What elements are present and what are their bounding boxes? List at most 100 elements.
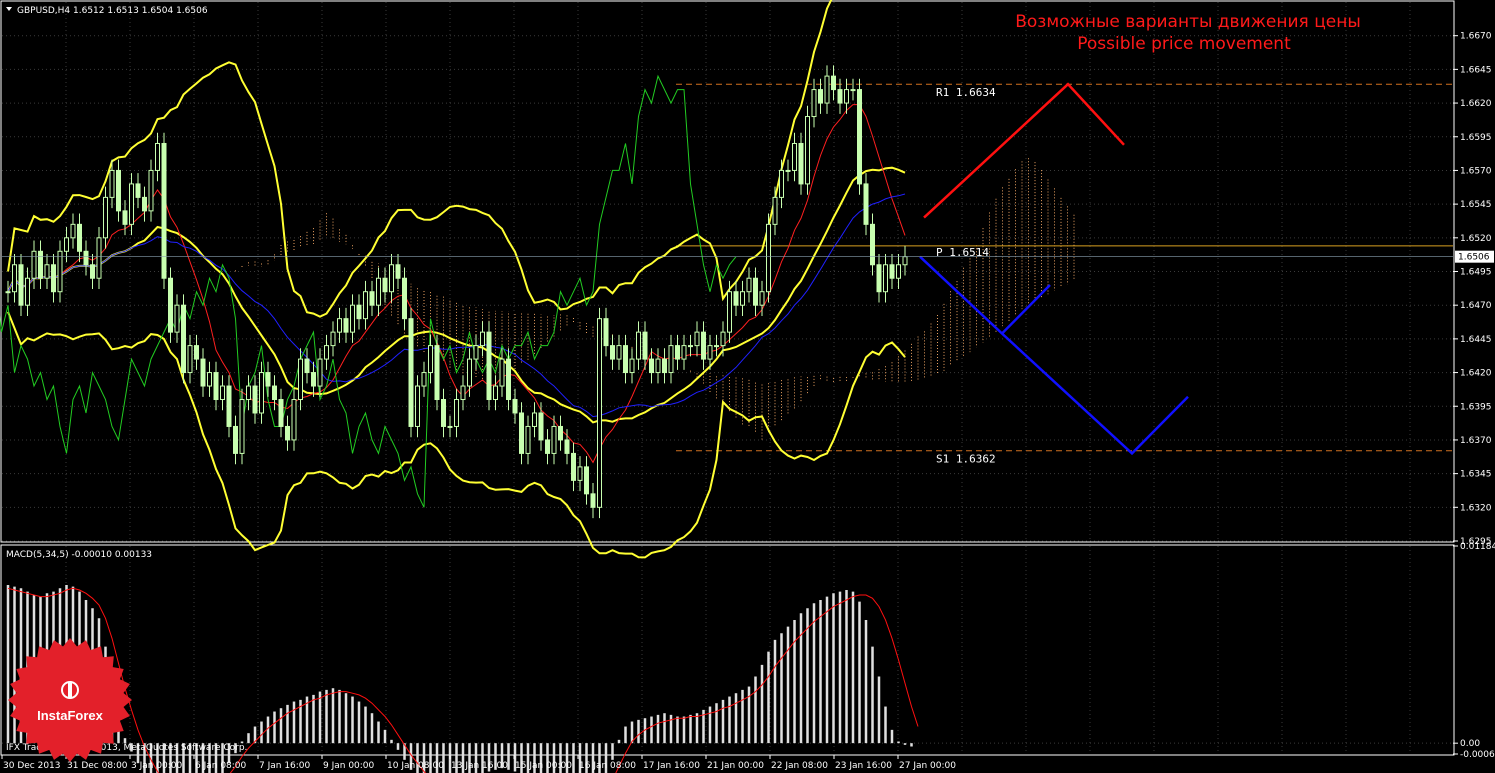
time-tick-label: 6 Jan 08:00: [195, 761, 247, 771]
candle-body: [272, 385, 277, 401]
candle-body: [239, 399, 245, 454]
price-tick-label: 1.6345: [1460, 470, 1492, 480]
logo-badge: [8, 638, 132, 762]
candle-body: [330, 331, 336, 347]
current-price-label: 1.6506: [1458, 253, 1490, 263]
candle-body: [902, 256, 908, 266]
price-tick-label: 1.6645: [1460, 65, 1492, 75]
macd-tick-label: 0.00: [1460, 739, 1480, 749]
time-tick-label: 15 Jan 00:00: [515, 761, 572, 771]
candle-body: [142, 196, 147, 212]
candle-body: [376, 277, 381, 306]
candle-body: [363, 291, 368, 320]
candle-body: [155, 142, 160, 171]
candle-body: [506, 358, 511, 401]
candle-body: [291, 399, 297, 441]
candle-body: [486, 331, 492, 401]
candle-body: [77, 223, 82, 252]
candle-body: [883, 264, 888, 293]
candle-body: [662, 358, 667, 374]
candle-body: [174, 304, 180, 333]
time-tick-label: 3 Jan 00:00: [131, 761, 183, 771]
candle-body: [571, 452, 576, 481]
candle-body: [551, 425, 557, 454]
price-tick-label: 1.6470: [1460, 301, 1492, 311]
time-tick-label: 10 Jan 08:00: [387, 761, 444, 771]
candle-body: [194, 345, 199, 360]
candle-body: [694, 331, 700, 347]
candle-body: [233, 425, 238, 454]
candle-body: [564, 439, 570, 454]
candle-body: [44, 264, 50, 279]
candle-body: [649, 358, 654, 374]
candle-body: [805, 116, 810, 185]
price-tick-label: 1.6370: [1460, 436, 1492, 446]
candle-body: [103, 196, 108, 239]
trading-chart[interactable]: R1 1.6634P 1.6514S1 1.6362 1.66701.66451…: [0, 0, 1495, 773]
candle-body: [5, 291, 11, 294]
candle-body: [70, 223, 76, 239]
candle-body: [402, 277, 407, 320]
candle-body: [252, 385, 258, 414]
candle-body: [12, 264, 17, 293]
candle-body: [896, 264, 901, 279]
candle-body: [168, 277, 173, 333]
candle-body: [870, 223, 875, 266]
macd-tick-label: -0.00065: [1460, 750, 1495, 760]
candle-body: [246, 385, 251, 401]
candle-body: [116, 169, 121, 212]
candle-body: [584, 466, 589, 495]
candle-body: [356, 304, 362, 320]
candle-body: [64, 237, 69, 252]
candle-body: [428, 345, 433, 374]
candle-body: [837, 89, 843, 104]
candle-body: [512, 399, 518, 414]
candle-body: [876, 264, 882, 293]
candle-body: [220, 385, 225, 401]
instaforex-logo: InstaForex: [8, 638, 132, 762]
candle-body: [389, 264, 394, 293]
level-label-r1: R1 1.6634: [936, 86, 996, 99]
candle-body: [701, 331, 706, 360]
level-label-s1: S1 1.6362: [936, 453, 996, 466]
candle-body: [473, 345, 479, 360]
time-tick-label: 30 Dec 2013: [3, 761, 61, 771]
price-tick-label: 1.6395: [1460, 402, 1492, 412]
candle-body: [519, 412, 524, 454]
time-tick-label: 23 Jan 16:00: [835, 761, 892, 771]
candle-body: [350, 304, 355, 333]
price-tick-label: 1.6445: [1460, 335, 1492, 345]
candle-body: [51, 264, 56, 293]
candle-body: [369, 291, 375, 306]
candle-body: [259, 372, 264, 414]
candle-body: [603, 318, 609, 347]
candle-body: [278, 399, 284, 427]
candle-body: [454, 399, 459, 427]
candle-body: [636, 331, 641, 360]
candle-body: [623, 345, 628, 374]
candle-body: [824, 75, 830, 104]
candle-body: [707, 345, 713, 360]
price-tick-label: 1.6545: [1460, 200, 1492, 210]
candle-body: [493, 385, 498, 401]
symbol-line: GBPUSD,H4 1.6512 1.6513 1.6504 1.6506: [17, 6, 208, 16]
candle-body: [382, 277, 388, 293]
candle-body: [499, 358, 505, 387]
candle-body: [753, 277, 758, 306]
candle-body: [863, 183, 869, 225]
candle-body: [688, 345, 693, 348]
candle-body: [831, 75, 836, 91]
candle-body: [447, 425, 453, 428]
candle-body: [597, 318, 602, 508]
logo-emblem-bar: [68, 682, 72, 698]
candle-body: [642, 331, 648, 360]
candle-body: [545, 439, 550, 454]
candle-body: [421, 372, 427, 387]
candle-body: [408, 318, 414, 427]
candle-body: [720, 331, 726, 347]
candle-body: [798, 142, 804, 185]
candle-body: [811, 89, 817, 118]
candle-body: [668, 345, 674, 374]
candle-body: [415, 385, 420, 427]
candle-body: [207, 372, 212, 387]
